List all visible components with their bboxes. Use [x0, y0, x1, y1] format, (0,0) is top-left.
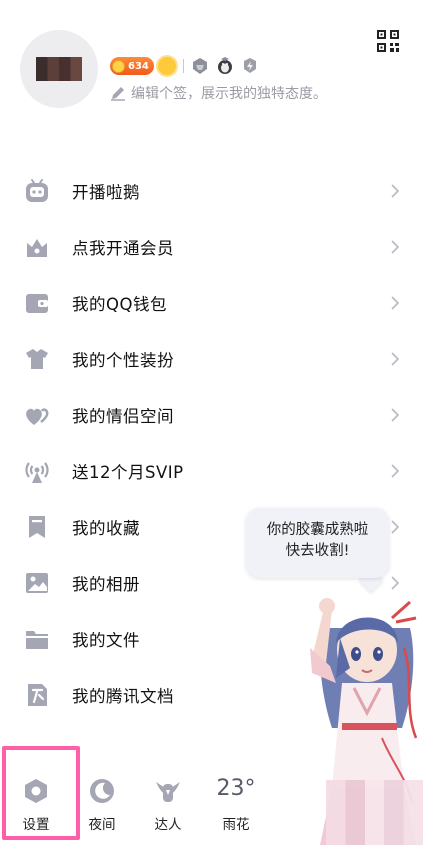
night-mode-button[interactable]: 夜间 [72, 766, 132, 845]
menu-item-dressup[interactable]: 我的个性装扮 [0, 331, 423, 387]
coin-count: 634 [128, 60, 149, 72]
coin-icon [112, 59, 125, 73]
bottom-toolbar: 设置 夜间 达人 23° 雨花 [0, 766, 300, 845]
avatar-mosaic [36, 57, 82, 81]
bubble-line-2: 快去收割! [285, 543, 350, 559]
bubble-line-1: 你的胶囊成熟啦 [266, 522, 369, 538]
chevron-right-icon [391, 184, 400, 198]
chevron-right-icon [391, 408, 400, 422]
talent-wings-icon [156, 782, 180, 802]
antenna-icon [25, 462, 49, 483]
chevron-right-icon [391, 464, 400, 478]
signature-row[interactable]: 编辑个签，展示我的独特态度。 [110, 83, 327, 103]
talent-button[interactable]: 达人 [138, 766, 198, 845]
mosaic-overlay [326, 780, 423, 845]
weather-location: 雨花 [222, 817, 250, 833]
menu-label-vip: 点我开通会员 [72, 239, 174, 258]
menu-label-live: 开播啦鹅 [72, 183, 140, 202]
menu-label-couple: 我的情侣空间 [72, 407, 174, 426]
folder-icon [26, 631, 48, 649]
avatar[interactable] [20, 30, 98, 108]
talent-label: 达人 [154, 817, 182, 833]
crown-icon [27, 239, 47, 257]
photo-icon [26, 573, 48, 593]
doc-icon [28, 684, 47, 706]
settings-label: 设置 [22, 817, 50, 833]
badge-row: 634 [110, 56, 265, 76]
chevron-right-icon [391, 352, 400, 366]
bookmark-icon [29, 516, 45, 538]
menu-item-vip[interactable]: 点我开通会员 [0, 219, 423, 275]
level-badge-icon[interactable] [190, 56, 210, 76]
settings-hexagon-icon [25, 779, 47, 803]
menu-label-svip: 送12个月SVIP [72, 463, 184, 482]
pencil-icon [111, 87, 125, 101]
menu-label-wallet: 我的QQ钱包 [72, 295, 167, 314]
chevron-right-icon [391, 520, 400, 534]
menu-label-dressup: 我的个性装扮 [72, 351, 174, 370]
qr-code-icon[interactable] [377, 30, 399, 52]
menu-label-favorites: 我的收藏 [72, 519, 140, 538]
moon-icon [90, 779, 114, 803]
night-mode-label: 夜间 [88, 817, 116, 833]
badge-divider [182, 59, 184, 73]
chevron-right-icon [391, 296, 400, 310]
weather-widget[interactable]: 23° 雨花 [206, 766, 266, 845]
chevron-right-icon [391, 240, 400, 254]
coin-badge[interactable]: 634 [110, 57, 154, 75]
signature-text: 编辑个签，展示我的独特态度。 [131, 86, 327, 102]
capsule-speech-bubble[interactable]: 你的胶囊成熟啦 快去收割! [246, 508, 389, 578]
wallet-icon [26, 294, 48, 313]
settings-button[interactable]: 设置 [6, 766, 66, 845]
sun-badge-icon[interactable] [157, 57, 176, 75]
penguin-badge-icon[interactable] [215, 56, 235, 76]
menu-label-files: 我的文件 [72, 631, 140, 650]
tv-robot-icon [26, 179, 48, 202]
weather-temperature: 23° [216, 776, 256, 801]
menu-item-couple[interactable]: 我的情侣空间 [0, 387, 423, 443]
menu-item-wallet[interactable]: 我的QQ钱包 [0, 275, 423, 331]
menu-label-docs: 我的腾讯文档 [72, 687, 174, 706]
hearts-icon [26, 408, 49, 425]
menu-label-album: 我的相册 [72, 575, 140, 594]
bolt-badge-icon[interactable] [240, 56, 260, 76]
shirt-icon [26, 349, 48, 369]
menu-item-svip[interactable]: 送12个月SVIP [0, 443, 423, 499]
menu-item-live[interactable]: 开播啦鹅 [0, 163, 423, 219]
